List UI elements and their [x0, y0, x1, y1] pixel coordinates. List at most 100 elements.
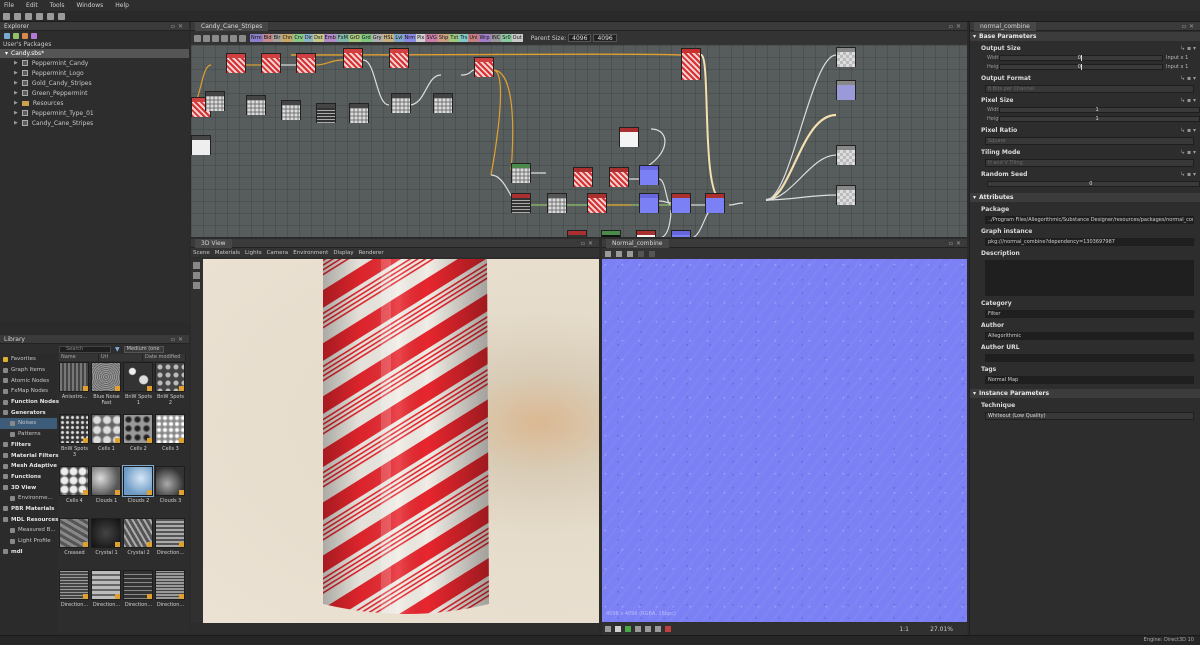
graph-node[interactable]	[671, 230, 691, 237]
graph-node[interactable]	[391, 93, 411, 113]
library-tile[interactable]: Anisotro...	[59, 362, 90, 414]
node-chip[interactable]: Grd	[360, 34, 372, 42]
properties-tab[interactable]: normal_combine	[974, 21, 1036, 31]
graph-node[interactable]	[705, 193, 725, 213]
menu-materials[interactable]: Materials	[215, 250, 240, 256]
package-candy[interactable]: ▾ Candy.sbs*	[0, 49, 189, 58]
screenshot-icon[interactable]	[193, 282, 200, 289]
library-category[interactable]: Material Filters	[0, 450, 59, 461]
tags-field[interactable]: Normal Map	[985, 376, 1194, 384]
param-options-icon[interactable]: ↳ ▪ ▾	[1180, 126, 1196, 135]
filter-icon[interactable]: ▼	[115, 346, 120, 353]
tree-item[interactable]: ▶ Peppermint_Logo	[0, 68, 189, 78]
library-category[interactable]: mdl	[0, 546, 57, 557]
param-options-icon[interactable]: ↳ ▪ ▾	[1180, 148, 1196, 157]
author-url-field[interactable]	[985, 354, 1194, 362]
graph-node[interactable]	[636, 230, 656, 237]
instance-parameters-section[interactable]: ▾ Instance Parameters	[970, 389, 1200, 398]
library-category[interactable]: PBR Materials	[0, 504, 57, 515]
panel-controls-icon[interactable]: ▫✕	[949, 240, 964, 247]
normal-map-preview[interactable]: 4096 x 4096 (RGBA, 16bpc)	[602, 259, 967, 622]
param-options-icon[interactable]: ↳ ▪ ▾	[1180, 44, 1196, 53]
zoom-ratio[interactable]: 1:1	[899, 626, 909, 633]
pixel-height-slider[interactable]: 1	[999, 116, 1200, 122]
menu-windows[interactable]: Windows	[76, 2, 103, 9]
library-category[interactable]: Graph Items	[0, 365, 57, 376]
alpha-icon[interactable]	[655, 626, 661, 632]
node-chip[interactable]: Uni	[468, 34, 479, 42]
3d-view-tab[interactable]: 3D View	[195, 238, 232, 248]
expand-arrow-icon[interactable]: ▶	[14, 90, 18, 96]
save-all-icon[interactable]	[36, 12, 43, 20]
library-category[interactable]: Atomic Nodes	[0, 375, 57, 386]
panel-controls-icon[interactable]: ▫✕	[171, 336, 186, 343]
column-date[interactable]: Date modified	[143, 354, 186, 361]
graph-node[interactable]	[619, 127, 639, 147]
library-search-input[interactable]: Search	[59, 346, 111, 353]
tile-icon[interactable]	[649, 250, 655, 257]
panel-controls-icon[interactable]: ▫✕	[581, 240, 596, 247]
tree-item[interactable]: ▶ Gold_Candy_Stripes	[0, 78, 189, 88]
param-options-icon[interactable]: ↳ ▪ ▾	[1180, 74, 1196, 83]
node-chip[interactable]: Pix	[416, 34, 426, 42]
library-category[interactable]: Filters	[0, 440, 57, 451]
library-category[interactable]: MDL Resources	[0, 514, 58, 525]
comment-icon[interactable]	[230, 34, 237, 42]
column-url[interactable]: Url	[99, 354, 143, 361]
node-chip[interactable]: Bld	[262, 34, 273, 42]
package-path-field[interactable]: ../Program Files/Allegorithmic/Substance…	[985, 216, 1194, 224]
channel-icon[interactable]	[605, 626, 611, 632]
align-icon[interactable]	[221, 34, 228, 42]
graph-node[interactable]	[474, 57, 494, 77]
graph-node[interactable]	[433, 93, 453, 113]
node-chip[interactable]: Wrp	[478, 34, 491, 42]
output-height-slider[interactable]: 0	[999, 64, 1163, 70]
library-category[interactable]: Functions	[0, 472, 57, 483]
menu-renderer[interactable]: Renderer	[359, 250, 384, 256]
3d-viewport[interactable]	[203, 259, 599, 623]
expand-arrow-icon[interactable]: ▶	[14, 70, 18, 76]
save-image-icon[interactable]	[616, 250, 622, 257]
library-tile[interactable]: Direction...	[155, 570, 186, 622]
color-picker-icon[interactable]	[665, 626, 671, 632]
library-tile[interactable]: Clouds 2	[122, 465, 154, 518]
graph-instance-field[interactable]: pkg:///normal_combine?dependency=1303697…	[985, 238, 1194, 246]
package-menu-icon[interactable]	[31, 33, 37, 39]
node-chip[interactable]: Gry	[371, 34, 383, 42]
menu-tools[interactable]: Tools	[50, 2, 65, 9]
tree-item[interactable]: ▶ Candy_Cane_Stripes	[0, 118, 189, 128]
graph-node[interactable]	[567, 230, 587, 237]
description-field[interactable]	[985, 260, 1194, 296]
menu-edit[interactable]: Edit	[26, 2, 38, 9]
base-parameters-section[interactable]: ▾ Base Parameters	[970, 32, 1200, 41]
undo-icon[interactable]	[47, 12, 54, 20]
node-chip[interactable]: GrD	[348, 34, 361, 42]
size-input[interactable]: 4096	[593, 34, 617, 42]
param-options-icon[interactable]: ↳ ▪ ▾	[1180, 96, 1196, 105]
library-tile[interactable]: Direction...	[123, 570, 154, 622]
random-seed-slider[interactable]: 0	[987, 181, 1200, 187]
graph-node[interactable]	[609, 167, 629, 187]
library-category[interactable]: 3D View	[0, 482, 57, 493]
library-tile[interactable]: Cells 4	[59, 466, 90, 518]
library-tile[interactable]: BnW Spots 2	[155, 362, 186, 414]
graph-node[interactable]	[681, 48, 701, 80]
thumbnail-size-select[interactable]: Medium (one	[123, 346, 164, 353]
graph-node[interactable]	[639, 193, 659, 213]
expand-arrow-icon[interactable]: ▶	[14, 100, 18, 106]
camera-tool-icon[interactable]	[193, 262, 200, 269]
node-chip[interactable]: Sr0	[501, 34, 512, 42]
graph-node[interactable]	[639, 165, 659, 185]
tiling-mode-select[interactable]: H and V Tiling	[985, 159, 1194, 167]
node-chip[interactable]: Nrm	[403, 34, 417, 42]
graph-node[interactable]	[836, 185, 856, 205]
node-chip[interactable]: Trs	[459, 34, 469, 42]
graph-node[interactable]	[836, 47, 856, 67]
library-category[interactable]: Patterns	[0, 429, 57, 440]
2d-view-tab[interactable]: Normal_combine	[606, 238, 669, 248]
node-chip[interactable]: Dst	[313, 34, 324, 42]
graph-node[interactable]	[573, 167, 593, 187]
node-chip[interactable]: SVG	[425, 34, 438, 42]
new-package-icon[interactable]	[4, 33, 10, 39]
node-chip[interactable]: Chn	[281, 34, 294, 42]
